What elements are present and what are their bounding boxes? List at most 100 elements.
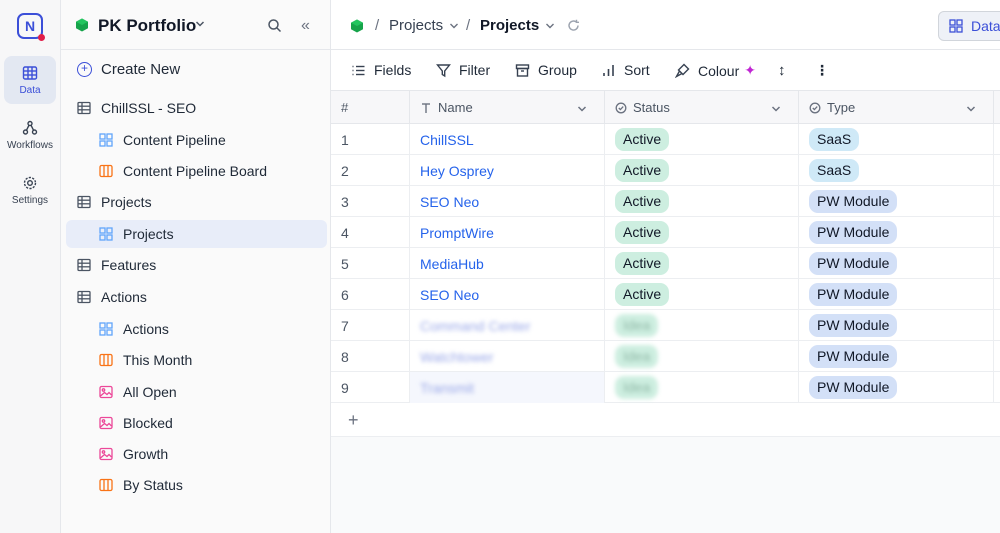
name-cell[interactable]: Command Center (410, 310, 605, 341)
more-options-button[interactable]: ⋮ (815, 62, 829, 79)
grid-icon (949, 19, 963, 33)
workflow-icon (22, 120, 38, 135)
sidebar-item-actions-view[interactable]: Actions (66, 315, 327, 343)
table-row[interactable]: 4 PromptWire Active PW Module (331, 217, 1000, 248)
fields-button[interactable]: Fields (351, 62, 411, 78)
status-cell[interactable]: Idea (605, 310, 799, 341)
type-cell[interactable]: SaaS (799, 124, 994, 155)
sidebar-item-features[interactable]: Features (66, 251, 327, 279)
collapse-sidebar-icon[interactable]: « (301, 17, 310, 35)
list-icon (352, 65, 365, 75)
table-row[interactable]: 7 Command Center Idea PW Module (331, 310, 1000, 341)
type-cell[interactable]: PW Module (799, 372, 994, 403)
status-cell[interactable]: Active (605, 186, 799, 217)
row-height-button[interactable]: ↕ (778, 62, 786, 79)
table-row[interactable]: 6 SEO Neo Active PW Module (331, 279, 1000, 310)
status-badge: Active (615, 190, 670, 213)
sort-button[interactable]: Sort (601, 62, 650, 78)
image-icon (99, 447, 113, 461)
sidebar-item-projects-view[interactable]: Projects (66, 220, 327, 248)
group-button[interactable]: Group (515, 62, 577, 78)
sidebar-item-chillssl-seo[interactable]: ChillSSL - SEO (66, 94, 327, 122)
sidebar-item-actions-table[interactable]: Actions (66, 283, 327, 311)
row-number: 2 (331, 155, 410, 186)
kanban-icon (99, 164, 113, 178)
workspace-title[interactable]: PK Portfolio (98, 16, 196, 36)
table-row[interactable]: 1 ChillSSL Active SaaS (331, 124, 1000, 155)
sidebar-item-all-open[interactable]: All Open (66, 378, 327, 406)
table-row[interactable]: 3 SEO Neo Active PW Module (331, 186, 1000, 217)
type-cell[interactable]: PW Module (799, 217, 994, 248)
sidebar-item-content-pipeline[interactable]: Content Pipeline (66, 126, 327, 154)
sidebar-item-this-month[interactable]: This Month (66, 346, 327, 374)
chevron-down-icon (966, 106, 976, 112)
add-row-button[interactable]: + (331, 404, 1000, 437)
type-badge: PW Module (809, 314, 898, 337)
type-cell[interactable]: SaaS (799, 155, 994, 186)
rail-item-data[interactable]: Data (4, 56, 56, 104)
gallery-icon (99, 322, 113, 336)
sidebar: PK Portfolio « + Create New ChillSSL - S… (61, 0, 331, 533)
type-badge: PW Module (809, 221, 898, 244)
row-number: 3 (331, 186, 410, 217)
status-cell[interactable]: Active (605, 217, 799, 248)
chevron-down-icon (771, 106, 781, 112)
table-row[interactable]: 2 Hey Osprey Active SaaS (331, 155, 1000, 186)
sidebar-item-projects-table[interactable]: Projects (66, 188, 327, 216)
type-badge: PW Module (809, 252, 898, 275)
status-badge: Active (615, 252, 670, 275)
type-cell[interactable]: PW Module (799, 279, 994, 310)
sidebar-item-content-pipeline-board[interactable]: Content Pipeline Board (66, 157, 327, 185)
type-cell[interactable]: PW Module (799, 310, 994, 341)
create-new-button[interactable]: + Create New (77, 61, 180, 78)
column-header-status[interactable]: Status (605, 91, 799, 124)
table-row[interactable]: 5 MediaHub Active PW Module (331, 248, 1000, 279)
status-cell[interactable]: Idea (605, 372, 799, 403)
colour-button[interactable]: Colour ✦ (675, 62, 756, 79)
status-badge: Idea (615, 376, 659, 399)
sidebar-header: PK Portfolio « (61, 0, 331, 50)
status-cell[interactable]: Active (605, 155, 799, 186)
status-badge: Active (615, 221, 670, 244)
status-cell[interactable]: Active (605, 279, 799, 310)
app-logo[interactable]: N (17, 13, 45, 41)
gear-icon (23, 176, 37, 189)
type-cell[interactable]: PW Module (799, 341, 994, 372)
sparkle-icon: ✦ (744, 62, 756, 78)
chevron-down-icon (450, 23, 459, 28)
sidebar-item-by-status[interactable]: By Status (66, 471, 327, 499)
search-icon[interactable] (267, 18, 282, 33)
table-row[interactable]: 8 Watchtower Idea PW Module (331, 341, 1000, 372)
table-icon (77, 290, 91, 304)
name-cell[interactable]: MediaHub (410, 248, 605, 279)
rail-item-workflows[interactable]: Workflows (4, 111, 56, 159)
type-cell[interactable]: PW Module (799, 186, 994, 217)
data-view-button[interactable]: Data (938, 11, 1000, 41)
status-cell[interactable]: Active (605, 248, 799, 279)
sidebar-item-blocked[interactable]: Blocked (66, 409, 327, 437)
name-cell[interactable]: ChillSSL (410, 124, 605, 155)
name-cell[interactable]: Watchtower (410, 341, 605, 372)
status-cell[interactable]: Active (605, 124, 799, 155)
column-header-type[interactable]: Type (799, 91, 994, 124)
table-row[interactable]: 9 Transmit Idea PW Module (331, 372, 1000, 403)
name-cell[interactable]: PromptWire (410, 217, 605, 248)
sidebar-item-growth[interactable]: Growth (66, 440, 327, 468)
refresh-icon[interactable] (567, 19, 580, 32)
status-cell[interactable]: Idea (605, 341, 799, 372)
column-header-name[interactable]: Name (410, 91, 605, 124)
top-bar: / Projects / Projects Data (331, 0, 1000, 50)
chevron-down-icon[interactable] (194, 18, 206, 30)
breadcrumb-current[interactable]: Projects (480, 17, 556, 34)
rail-item-settings[interactable]: Settings (4, 166, 56, 214)
name-cell[interactable]: Transmit (410, 372, 605, 403)
filter-button[interactable]: Filter (436, 62, 490, 78)
image-icon (99, 385, 113, 399)
column-header-number: # (331, 91, 410, 124)
type-cell[interactable]: PW Module (799, 248, 994, 279)
breadcrumb-parent[interactable]: Projects (389, 17, 460, 34)
name-cell[interactable]: Hey Osprey (410, 155, 605, 186)
name-cell[interactable]: SEO Neo (410, 279, 605, 310)
type-badge: PW Module (809, 190, 898, 213)
name-cell[interactable]: SEO Neo (410, 186, 605, 217)
